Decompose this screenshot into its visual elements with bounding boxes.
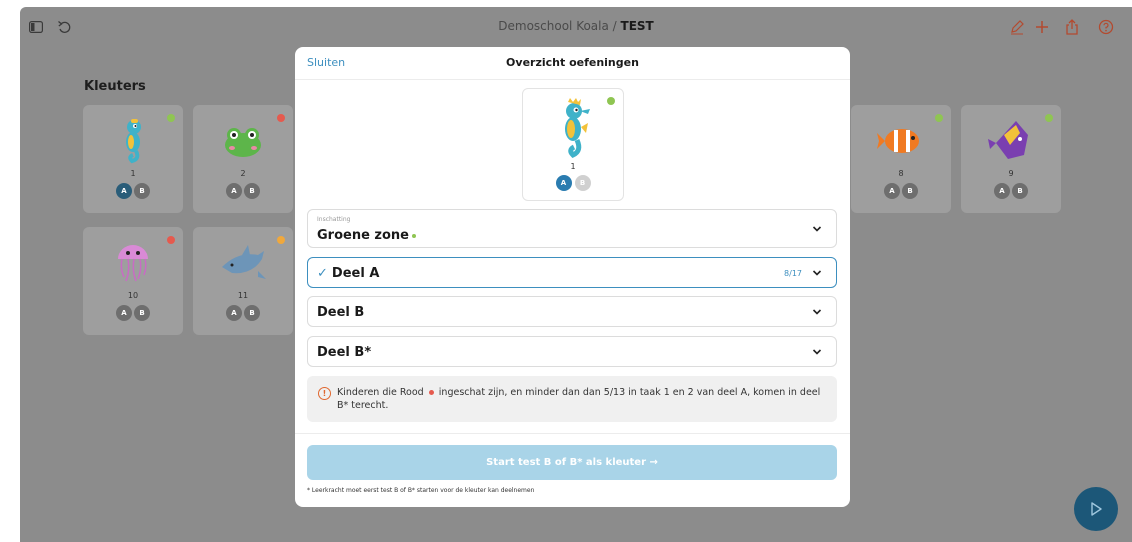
child-card[interactable]: 9 AB: [961, 105, 1061, 213]
divider: [295, 433, 850, 434]
estimation-label: Inschatting: [317, 216, 351, 223]
status-dot: [607, 97, 615, 105]
child-card[interactable]: 8 AB: [851, 105, 951, 213]
check-icon: ✓: [317, 266, 328, 281]
deel-a-title: ✓ Deel A: [317, 266, 380, 281]
part-a-badge: A: [555, 175, 572, 191]
exercises-overview-modal: Sluiten Overzicht oefeningen 1 AB Inscha…: [295, 47, 850, 507]
edit-icon[interactable]: [1007, 17, 1027, 37]
jellyfish-icon: [118, 245, 148, 282]
child-card[interactable]: 1 AB: [83, 105, 183, 213]
part-b-badge: B: [1012, 183, 1028, 199]
part-a-badge: A: [226, 305, 242, 321]
part-a-badge: A: [884, 183, 900, 199]
estimation-select[interactable]: Inschatting Groene zone: [307, 209, 837, 248]
status-dot: [277, 114, 285, 122]
part-b-badge: B: [574, 175, 591, 191]
breadcrumb-separator: /: [608, 19, 621, 33]
top-bar: Demoschool Koala / TEST: [20, 7, 1132, 47]
part-b-badge: B: [902, 183, 918, 199]
seahorse-icon: [126, 119, 141, 164]
footnote: * Leerkracht moet eerst test B of B* sta…: [307, 487, 535, 494]
deel-a-progress: 8/17: [784, 269, 802, 278]
status-dot: [167, 236, 175, 244]
child-card[interactable]: 10 AB: [83, 227, 183, 335]
part-b-badge: B: [244, 183, 260, 199]
warning-icon: !: [318, 387, 331, 400]
deel-b-title: Deel B: [317, 305, 365, 320]
dolphin-icon: [222, 245, 266, 279]
clownfish-icon: [877, 129, 919, 153]
angelfish-icon: [988, 121, 1028, 159]
status-dot: [935, 114, 943, 122]
status-dot: [167, 114, 175, 122]
chevron-down-icon: [812, 308, 822, 315]
part-a-badge: A: [226, 183, 242, 199]
modal-header: Sluiten Overzicht oefeningen: [295, 47, 850, 80]
chevron-down-icon: [812, 225, 822, 232]
part-a-badge: A: [116, 183, 132, 199]
frog-icon: [225, 128, 261, 157]
chevron-down-icon: [812, 269, 822, 276]
child-number: 1: [130, 169, 136, 178]
child-number: 10: [127, 291, 139, 300]
child-number: 2: [240, 169, 246, 178]
red-zone-dot: [428, 390, 434, 395]
info-text: Kinderen die Rood ingeschat zijn, en min…: [337, 387, 821, 411]
child-number: 8: [898, 169, 904, 178]
chevron-down-icon: [812, 348, 822, 355]
child-number: 11: [237, 291, 249, 300]
section-deel-a[interactable]: ✓ Deel A 8/17: [307, 257, 837, 288]
test-name: TEST: [620, 19, 654, 33]
child-card[interactable]: 11 AB: [193, 227, 293, 335]
school-name: Demoschool Koala: [498, 19, 609, 33]
part-b-badge: B: [134, 183, 150, 199]
deel-b-star-title: Deel B*: [317, 345, 372, 360]
play-icon: [1091, 502, 1102, 516]
part-b-badge: B: [244, 305, 260, 321]
start-test-button[interactable]: Start test B of B* als kleuter →: [307, 445, 837, 480]
child-number: 1: [570, 162, 576, 171]
child-number: 9: [1008, 169, 1014, 178]
status-dot: [1045, 114, 1053, 122]
green-zone-dot: [412, 233, 416, 238]
estimation-value: Groene zone: [317, 228, 416, 243]
part-b-badge: B: [134, 305, 150, 321]
share-icon[interactable]: [1062, 17, 1082, 37]
help-icon[interactable]: [1096, 17, 1116, 37]
add-icon[interactable]: [1032, 17, 1052, 37]
child-card[interactable]: 2 AB: [193, 105, 293, 213]
section-deel-b-star[interactable]: Deel B*: [307, 336, 837, 367]
info-notice: ! Kinderen die Rood ingeschat zijn, en m…: [307, 376, 837, 422]
modal-title: Overzicht oefeningen: [506, 56, 639, 69]
selected-child-card: 1 AB: [522, 88, 624, 201]
status-dot: [277, 236, 285, 244]
section-title: Kleuters: [84, 79, 146, 94]
breadcrumb-title: Demoschool Koala / TEST: [20, 19, 1132, 33]
section-deel-b[interactable]: Deel B: [307, 296, 837, 327]
part-a-badge: A: [116, 305, 132, 321]
play-button[interactable]: [1074, 487, 1118, 531]
part-a-badge: A: [994, 183, 1010, 199]
seahorse-icon: [565, 98, 590, 158]
